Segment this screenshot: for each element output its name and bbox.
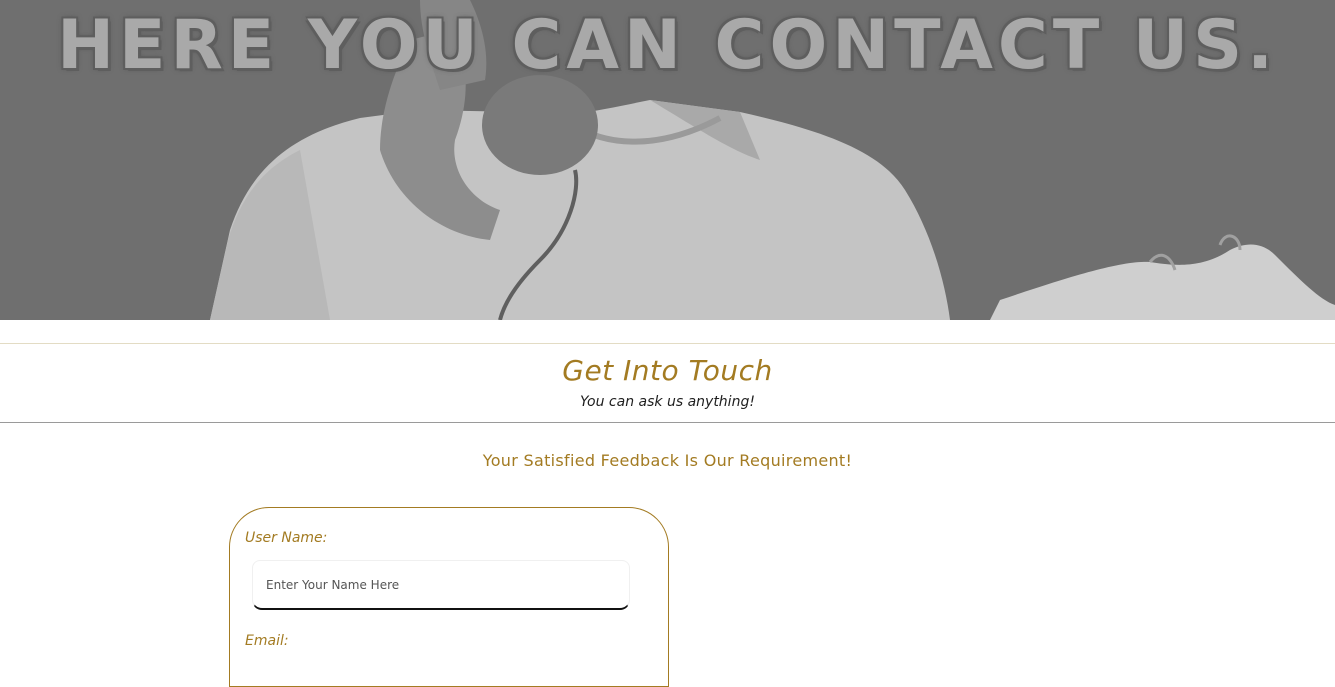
section-title: Get Into Touch bbox=[562, 354, 773, 387]
contact-form: User Name: Email: bbox=[229, 507, 669, 687]
section-header: Get Into Touch You can ask us anything! bbox=[0, 343, 1335, 423]
email-label: Email: bbox=[245, 633, 289, 649]
username-label: User Name: bbox=[245, 530, 328, 546]
feedback-heading: Your Satisfied Feedback Is Our Requireme… bbox=[482, 451, 853, 470]
hero-banner: HERE YOU CAN CONTACT US. bbox=[0, 0, 1335, 320]
section-subtitle: You can ask us anything! bbox=[580, 394, 755, 410]
username-input[interactable] bbox=[252, 560, 630, 610]
hero-title: HERE YOU CAN CONTACT US. bbox=[57, 6, 1278, 85]
